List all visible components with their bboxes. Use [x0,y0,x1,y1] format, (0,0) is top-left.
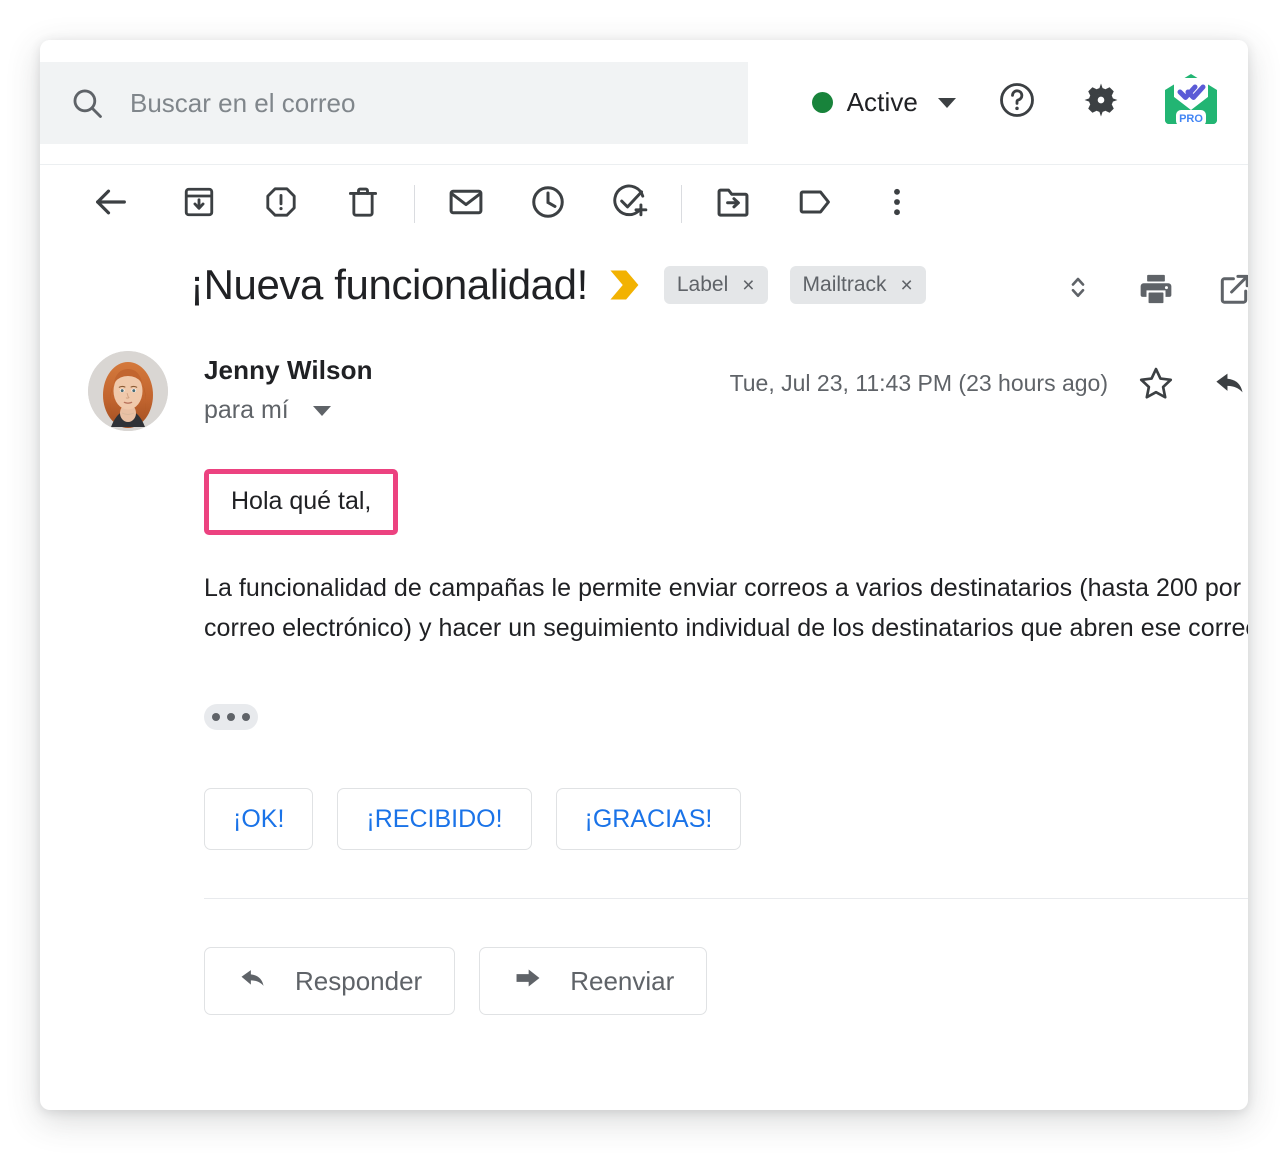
gear-icon [1080,79,1122,126]
ellipsis-dot [227,713,235,721]
help-circle-icon [997,80,1037,125]
status-label: Active [847,87,918,118]
subject-row: ¡Nueva funcionalidad! Label × Mailtrack … [40,243,1248,319]
label-chip-text: Label [677,273,728,297]
message-container: Jenny Wilson para mí Tue, Jul 23, 11:43 … [40,319,1248,1015]
archive-button[interactable] [170,175,228,233]
archive-icon [181,184,217,225]
close-icon[interactable]: × [901,275,913,296]
section-divider [204,898,1248,899]
ellipsis-dot [242,713,250,721]
mailtrack-chip[interactable]: Mailtrack × [790,266,926,304]
settings-button[interactable] [1068,70,1134,136]
recipient-row[interactable]: para mí [204,396,373,425]
toolbar-divider-2 [681,185,682,223]
print-button[interactable] [1128,261,1184,317]
reply-button[interactable]: Responder [204,947,455,1015]
help-button[interactable] [984,70,1050,136]
trash-icon [345,184,381,225]
back-button[interactable] [82,175,140,233]
close-icon[interactable]: × [742,275,754,296]
printer-icon [1137,270,1175,308]
expand-collapse-icon [1063,270,1093,309]
report-spam-icon [263,184,299,225]
toolbar-divider [414,185,415,223]
smart-reply-row: ¡OK! ¡RECIBIDO! ¡GRACIAS! [204,788,1248,850]
smart-reply-gracias-button[interactable]: ¡GRACIAS! [556,788,742,850]
mark-unread-button[interactable] [437,175,495,233]
arrow-left-icon [91,182,131,227]
app-header: Active [40,40,1248,165]
open-in-new-window-button[interactable] [1206,261,1248,317]
labels-button[interactable] [786,175,844,233]
subject-actions [1028,261,1248,317]
open-new-window-icon [1216,271,1248,307]
sender-name: Jenny Wilson [204,355,373,386]
move-to-button[interactable] [704,175,762,233]
snooze-button[interactable] [519,175,577,233]
search-bar[interactable] [40,62,748,144]
recipient-label: para mí [204,396,289,425]
more-options-button[interactable] [868,175,926,233]
screenshot-stage: Active [0,0,1280,1170]
chevron-down-icon[interactable] [313,406,331,416]
status-dot-icon [812,92,833,113]
star-outline-icon [1137,364,1175,402]
action-toolbar [40,165,1248,243]
status-selector[interactable]: Active [802,81,966,124]
clock-icon [529,183,567,226]
more-vertical-icon [879,184,915,225]
body-paragraph: La funcionalidad de campañas le permite … [204,569,1248,648]
mailtrack-logo-button[interactable]: PRO [1156,68,1226,138]
header-right-controls: Active [802,40,1226,165]
reply-arrow-icon [237,962,269,1001]
envelope-icon [447,183,485,226]
greeting-text: Hola qué tal, [231,487,371,515]
message-meta: Tue, Jul 23, 11:43 PM (23 hours ago) [730,357,1238,409]
show-trimmed-content-button[interactable] [204,704,258,730]
folder-arrow-icon [714,183,752,226]
reply-button[interactable] [1204,357,1248,409]
delete-button[interactable] [334,175,392,233]
report-spam-button[interactable] [252,175,310,233]
forward-button[interactable]: Reenviar [479,947,707,1015]
label-tag-icon [796,183,834,226]
greeting-highlight-box: Hola qué tal, [204,469,398,535]
check-circle-plus-icon [610,182,650,227]
forward-button-label: Reenviar [570,966,674,997]
reply-arrow-icon [1211,364,1248,402]
chevron-down-icon [938,98,956,108]
important-chevron-icon[interactable] [608,266,642,304]
smart-reply-ok-button[interactable]: ¡OK! [204,788,313,850]
message-timestamp: Tue, Jul 23, 11:43 PM (23 hours ago) [730,370,1108,397]
ellipsis-dot [212,713,220,721]
mailtrack-envelope-icon: PRO [1159,68,1223,137]
collapse-all-button[interactable] [1050,261,1106,317]
pro-badge-label: PRO [1179,113,1203,125]
mailtrack-chip-text: Mailtrack [803,273,887,297]
greeting-highlight-wrapper: Hola qué tal, [204,469,398,535]
reply-actions-row: Responder Reenviar [204,947,1248,1015]
message-body: Hola qué tal, La funcionalidad de campañ… [40,431,1248,1015]
page-title: ¡Nueva funcionalidad! [190,261,588,309]
label-chip[interactable]: Label × [664,266,768,304]
star-button[interactable] [1130,357,1182,409]
sender-avatar[interactable] [88,351,168,431]
add-to-tasks-button[interactable] [601,175,659,233]
sender-info: Jenny Wilson para mí [204,351,373,425]
reply-button-label: Responder [295,966,422,997]
forward-arrow-icon [512,962,544,1001]
smart-reply-recibido-button[interactable]: ¡RECIBIDO! [337,788,531,850]
gmail-window-card: Active [40,40,1248,1110]
search-icon [70,86,104,120]
search-input[interactable] [130,88,690,119]
message-header: Jenny Wilson para mí Tue, Jul 23, 11:43 … [40,351,1248,431]
